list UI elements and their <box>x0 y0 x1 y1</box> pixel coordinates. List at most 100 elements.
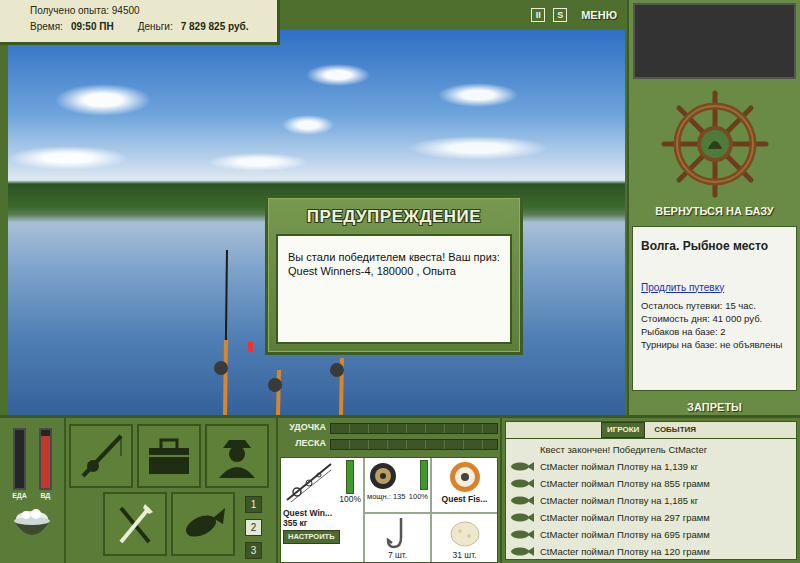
meter-fill <box>41 436 50 488</box>
event-row: CtMacter поймал Плотву на 1,139 кг <box>510 458 792 475</box>
menu-button[interactable]: МЕНЮ <box>581 7 617 24</box>
page-selector: 1 2 3 <box>245 492 262 559</box>
rod-name: Quest Win... <box>283 508 332 518</box>
page-button[interactable]: 2 <box>245 519 262 536</box>
warning-dialog: ПРЕДУПРЕЖДЕНИЕ Вы стали победителем квес… <box>265 195 523 355</box>
game-area: Получено опыта: 94500 Время:09:50 ПН Ден… <box>0 0 627 415</box>
page-button[interactable]: 3 <box>245 542 262 559</box>
event-text: CtMacter поймал Плотву на 297 грамм <box>540 509 710 526</box>
return-button[interactable]: ВЕРНУТЬСЯ НА БАЗУ <box>629 199 800 226</box>
catch-button[interactable] <box>171 492 235 556</box>
toolbar-button[interactable]: II <box>531 8 545 22</box>
fish-icon <box>510 512 534 523</box>
events-tab[interactable]: ИГРОКИ <box>601 422 645 438</box>
rod-slot[interactable]: 100% Quest Win... 355 кг НАСТРОИТЬ <box>281 458 363 562</box>
event-row: Квест закончен! Победитель CtMacter <box>510 441 792 458</box>
setup-button[interactable]: НАСТРОИТЬ <box>283 530 340 544</box>
info-line: Осталось путевки: 15 час. <box>641 299 788 312</box>
location-title: Волга. Рыбное место <box>641 237 788 255</box>
event-text: CtMacter поймал Плотву на 120 грамм <box>540 543 710 560</box>
hook-count: 7 шт. <box>388 550 407 560</box>
fish-icon <box>510 495 534 506</box>
fisherman-button[interactable] <box>205 424 269 488</box>
info-line: Турниры на базе: не объявлены <box>641 338 788 351</box>
hook-slot[interactable]: 7 шт. <box>365 514 430 562</box>
pot-icon[interactable] <box>8 505 56 545</box>
fish-icon <box>510 529 534 540</box>
reel-slot[interactable]: мощн.: 135 100% <box>365 458 430 512</box>
event-row: CtMacter поймал Плотву на 855 грамм <box>510 475 792 492</box>
hook-icon <box>383 516 413 550</box>
fisherman-icon <box>213 432 261 480</box>
reel-condition-fill <box>421 461 427 489</box>
meter: ЕДА <box>12 428 27 501</box>
reel-icon <box>367 460 401 492</box>
info-list: Осталось путевки: 15 час.Стоимость дня: … <box>641 299 788 351</box>
events-tab[interactable]: СОБЫТИЯ <box>649 423 701 437</box>
dialog-title: ПРЕДУПРЕЖДЕНИЕ <box>268 198 520 234</box>
events-tabs: ИГРОКИ СОБЫТИЯ <box>505 421 797 439</box>
meter-label: ВД <box>40 491 50 501</box>
meters-panel: ЕДА ВД <box>0 418 66 563</box>
bait-slot[interactable]: 31 шт. <box>432 514 497 562</box>
meters: ЕДА ВД <box>12 428 52 501</box>
tackle-box-button[interactable] <box>137 424 201 488</box>
line-name: Quest Fis... <box>442 494 488 504</box>
reel-condition: 100% <box>409 492 428 502</box>
rod-condition: 100% <box>339 494 361 504</box>
event-row: CtMacter поймал Плотву на 297 грамм <box>510 509 792 526</box>
event-text: CtMacter поймал Плотву на 1,139 кг <box>540 458 698 475</box>
line-spool-icon <box>448 460 482 494</box>
events-panel: ИГРОКИ СОБЫТИЯ Квест закончен! Победитель… <box>500 418 800 563</box>
info-line: Рыбаков на базе: 2 <box>641 325 788 338</box>
toolbar-buttons: II S <box>531 8 567 22</box>
meter-track <box>13 428 26 490</box>
meter: ВД <box>39 428 52 501</box>
event-text: CtMacter поймал Плотву на 695 грамм <box>540 526 710 543</box>
reel-condition-track <box>420 460 428 490</box>
fish-icon <box>510 461 534 472</box>
lake-scene: ПРЕДУПРЕЖДЕНИЕ Вы стали победителем квес… <box>8 30 625 415</box>
event-row: CtMacter поймал Плотву на 1,185 кг <box>510 492 792 509</box>
rod-icon <box>283 460 333 504</box>
line-slot[interactable]: Quest Fis... <box>432 458 497 512</box>
toolbar-button[interactable]: S <box>553 8 567 22</box>
fish-icon <box>510 478 534 489</box>
tackle-panel: УДОЧКА ЛЕСКА 100% <box>276 418 500 563</box>
reel-power: мощн.: 135 <box>367 492 405 502</box>
rod-button[interactable] <box>69 424 133 488</box>
bait-icon <box>448 516 482 550</box>
dialog-message: Вы стали победителем квеста! Ваш приз: Q… <box>276 234 512 344</box>
meter-color <box>41 436 50 488</box>
page-button[interactable]: 1 <box>245 496 262 513</box>
event-text: Квест закончен! Победитель CtMacter <box>540 441 707 458</box>
ship-wheel-icon[interactable] <box>660 89 770 199</box>
rod-icon <box>77 432 125 480</box>
line-bar-label: ЛЕСКА <box>280 437 326 451</box>
rod-condition-track <box>346 460 354 494</box>
fork-knife-icon <box>111 500 159 548</box>
extend-link[interactable]: Продлить путевку <box>641 282 724 293</box>
status-panel: Получено опыта: 94500 Время:09:50 ПН Ден… <box>0 0 280 45</box>
tackle-slots: 100% Quest Win... 355 кг НАСТРОИТЬ мощн.… <box>280 457 498 563</box>
rod-condition-fill <box>347 461 353 493</box>
rod-weight: 355 кг <box>283 518 307 528</box>
event-text: CtMacter поймал Плотву на 1,185 кг <box>540 492 698 509</box>
tackle-box-icon <box>145 432 193 480</box>
rod-tension-track <box>330 423 498 434</box>
minimap-panel <box>633 3 796 79</box>
bans-button[interactable]: ЗАПРЕТЫ <box>629 391 800 416</box>
event-row: CtMacter поймал Плотву на 120 грамм <box>510 543 792 560</box>
location-info: Волга. Рыбное место Продлить путевку Ост… <box>632 226 797 391</box>
events-list: Квест закончен! Победитель CtMacterCtMac… <box>505 439 797 560</box>
fish-icon <box>510 546 534 557</box>
food-button[interactable] <box>103 492 167 556</box>
meter-label: ЕДА <box>12 491 27 501</box>
line-tension-track <box>330 439 498 450</box>
bait-count: 31 шт. <box>453 550 477 560</box>
meter-track <box>39 428 52 490</box>
event-row: CtMacter поймал Плотву на 695 грамм <box>510 526 792 543</box>
sidebar: ВЕРНУТЬСЯ НА БАЗУ Волга. Рыбное место Пр… <box>627 0 800 415</box>
info-line: Стоимость дня: 41 000 руб. <box>641 312 788 325</box>
actions-panel: 1 2 3 <box>66 418 276 563</box>
